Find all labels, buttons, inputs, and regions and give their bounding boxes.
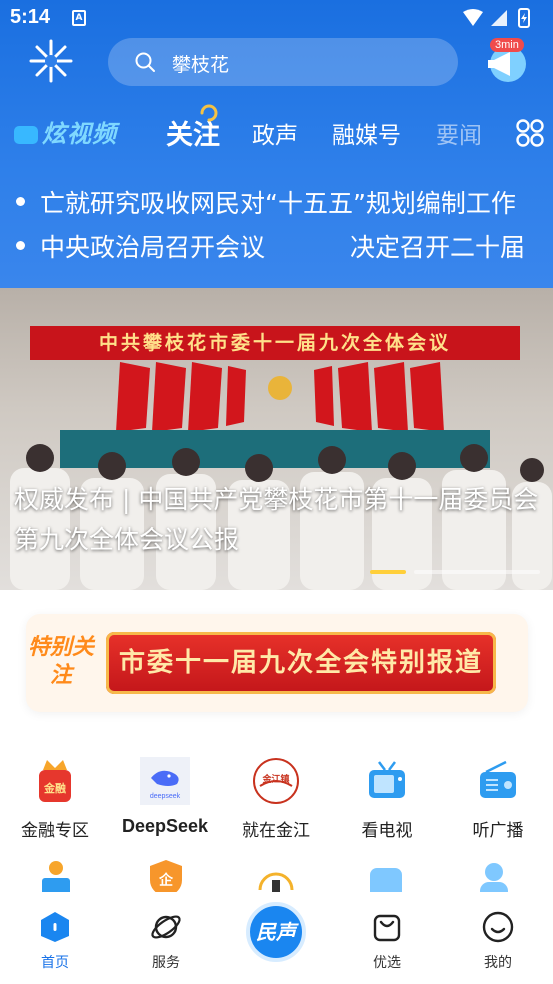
nav-services[interactable]: 服务 bbox=[121, 910, 211, 972]
bottom-navigation: 首页 服务 民声 优选 我的 bbox=[0, 892, 553, 984]
jinjiang-sub: 金江镇 bbox=[261, 773, 289, 785]
service-grid-row-2: 企 bbox=[0, 856, 553, 892]
nav-youxuan[interactable]: 优选 bbox=[342, 910, 432, 972]
timer-badge: 3min bbox=[490, 38, 524, 52]
minsheng-icon: 民声 bbox=[246, 902, 306, 962]
ticker-text: 中央政治局召开会议 bbox=[40, 233, 266, 262]
ticker-item[interactable]: 中央政治局召开会议 决定召开二十届 bbox=[0, 224, 553, 268]
news-timer-button[interactable]: 3min bbox=[482, 36, 532, 86]
service-label: 听广播 bbox=[472, 821, 524, 841]
more-channels-icon[interactable] bbox=[515, 118, 545, 148]
service-hall-icon[interactable] bbox=[256, 860, 296, 892]
tab-zhengsheng[interactable]: 政声 bbox=[252, 116, 298, 150]
special-tag: 特别关注 bbox=[28, 635, 95, 688]
planet-icon bbox=[151, 915, 181, 939]
nav-profile[interactable]: 我的 bbox=[453, 910, 543, 972]
loading-spinner-icon bbox=[200, 104, 218, 122]
svg-text:金融: 金融 bbox=[43, 781, 66, 795]
smile-icon bbox=[482, 911, 514, 943]
search-input[interactable]: 攀枝花 bbox=[172, 50, 229, 77]
status-bar: 5:14 A bbox=[0, 0, 553, 36]
video-camera-icon bbox=[14, 126, 38, 144]
channel-tabs: 炫视频 关注 政声 融媒号 要闻 bbox=[0, 104, 553, 160]
jinjiang-icon: 金江镇 bbox=[253, 758, 299, 804]
system-status-icons bbox=[463, 8, 530, 28]
service-label: DeepSeek bbox=[121, 816, 209, 836]
cloud-icon[interactable] bbox=[366, 860, 406, 892]
search-bar[interactable]: 攀枝花 bbox=[108, 38, 458, 86]
nav-label: 服务 bbox=[152, 955, 180, 971]
service-tv[interactable]: 看电视 bbox=[332, 756, 442, 841]
hero-meeting-banner: 中共攀枝花市委十一届九次全体会议 bbox=[30, 326, 520, 360]
app-logo-icon[interactable] bbox=[28, 38, 74, 84]
service-jinjiang[interactable]: 金江镇 就在金江 bbox=[221, 756, 331, 841]
bullet-icon bbox=[16, 241, 25, 250]
home-icon bbox=[41, 912, 69, 942]
svg-text:企: 企 bbox=[158, 872, 174, 889]
nav-label: 首页 bbox=[41, 955, 69, 971]
reading-icon[interactable] bbox=[36, 858, 76, 892]
special-report-banner[interactable]: 特别关注 市委十一届九次全会特别报道 bbox=[26, 614, 528, 712]
nav-minsheng[interactable]: 民声 bbox=[231, 902, 321, 962]
bullet-icon bbox=[16, 197, 25, 206]
service-deepseek[interactable]: deepseek DeepSeek bbox=[110, 756, 220, 837]
nav-home[interactable]: 首页 bbox=[10, 910, 100, 972]
deepseek-sub: deepseek bbox=[150, 793, 181, 800]
bag-icon bbox=[373, 914, 401, 942]
hero-caption: 权威发布 | 中国共产党攀枝花市第十一届委员会第九次全体会议公报 bbox=[14, 485, 539, 554]
ticker-text: 亡就研究吸收网民对“十五五”规划编制工作 bbox=[40, 189, 516, 218]
enterprise-icon[interactable]: 企 bbox=[146, 858, 186, 892]
hero-carousel[interactable]: 中共攀枝花市委十一届九次全体会议 权威发布 | 中国共产党攀枝花市第十一届委员会… bbox=[0, 288, 553, 590]
user-service-icon[interactable] bbox=[476, 860, 516, 892]
tab-rongmeihao[interactable]: 融媒号 bbox=[332, 116, 401, 150]
tab-video-label: 炫视频 bbox=[42, 120, 117, 148]
sim-icon: A bbox=[72, 10, 86, 26]
service-label: 看电视 bbox=[361, 821, 413, 841]
nav-label: 优选 bbox=[373, 955, 401, 971]
tv-icon bbox=[369, 761, 405, 798]
nav-label: 我的 bbox=[484, 955, 512, 971]
service-label: 金融专区 bbox=[21, 821, 89, 841]
deepseek-icon: deepseek bbox=[140, 757, 190, 805]
ticker-item[interactable]: 亡就研究吸收网民对“十五五”规划编制工作 bbox=[0, 180, 553, 224]
status-time: 5:14 bbox=[10, 6, 51, 28]
finance-icon: 金融 bbox=[39, 760, 71, 802]
service-label: 就在金江 bbox=[242, 821, 310, 841]
service-radio[interactable]: 听广播 bbox=[443, 756, 553, 841]
radio-icon bbox=[480, 760, 516, 798]
search-icon bbox=[135, 52, 155, 72]
service-finance[interactable]: 金融 金融专区 bbox=[0, 756, 110, 841]
tab-video[interactable]: 炫视频 bbox=[14, 114, 117, 149]
carousel-indicator bbox=[370, 570, 540, 574]
news-ticker: 亡就研究吸收网民对“十五五”规划编制工作 中央政治局召开会议 决定召开二十届 bbox=[0, 180, 553, 268]
ticker-text-secondary: 决定召开二十届 bbox=[350, 233, 526, 262]
special-report-title: 市委十一届九次全会特别报道 bbox=[106, 632, 496, 694]
tab-news[interactable]: 要闻 bbox=[436, 116, 482, 150]
